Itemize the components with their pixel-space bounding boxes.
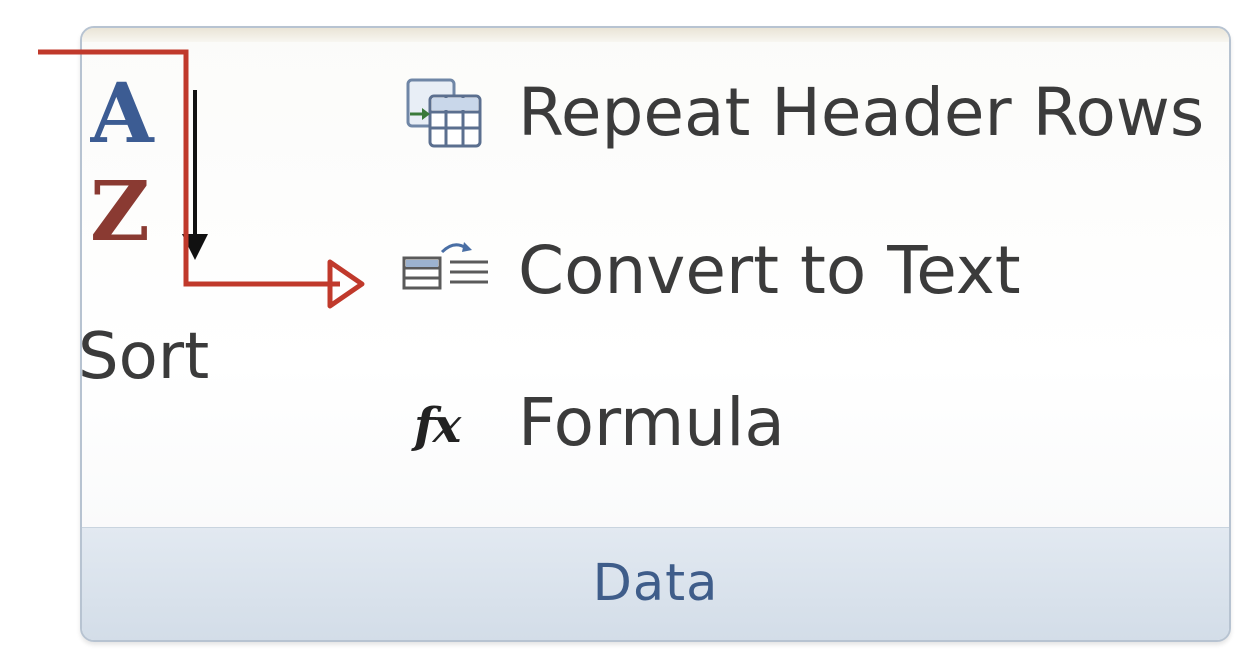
group-label: Data (592, 554, 719, 613)
sort-label: Sort (78, 320, 210, 394)
formula-fx-icon: fx (411, 398, 465, 454)
formula-button[interactable]: fx Formula (396, 380, 796, 466)
repeat-header-rows-icon (406, 78, 482, 148)
sort-letter-z: Z (90, 164, 150, 260)
group-footer: Data (82, 527, 1229, 640)
repeat-header-rows-label: Repeat Header Rows (518, 74, 1205, 151)
convert-to-text-icon (402, 242, 488, 290)
sort-a-to-z-icon: A Z (90, 66, 208, 260)
repeat-header-rows-button[interactable]: Repeat Header Rows (396, 70, 1204, 156)
convert-to-text-label: Convert to Text (518, 232, 1021, 309)
sort-letter-a: A (90, 66, 155, 162)
formula-label: Formula (518, 384, 785, 461)
convert-to-text-button[interactable]: Convert to Text (396, 228, 1021, 314)
group-top-edge (82, 28, 1229, 42)
svg-text:fx: fx (411, 398, 463, 454)
